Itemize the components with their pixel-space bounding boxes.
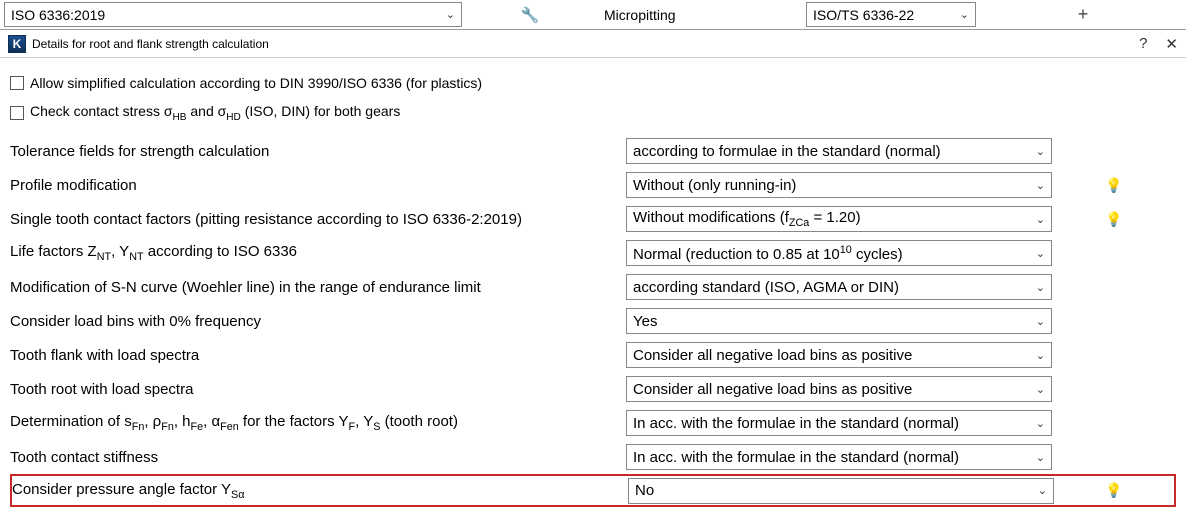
select-loadbins[interactable]: Yes ⌄	[626, 308, 1052, 334]
label-sncurve: Modification of S-N curve (Woehler line)…	[10, 279, 626, 296]
value-sncurve: according standard (ISO, AGMA or DIN)	[633, 279, 899, 296]
chevron-down-icon: ⌄	[1036, 213, 1045, 226]
select-single-tooth[interactable]: Without modifications (fZCa = 1.20) ⌄	[626, 206, 1052, 232]
row-profile: Profile modification Without (only runni…	[10, 168, 1176, 202]
chevron-down-icon: ⌄	[1036, 417, 1045, 430]
row-tolerance: Tolerance fields for strength calculatio…	[10, 134, 1176, 168]
chevron-down-icon: ⌄	[1036, 179, 1045, 192]
label-determination: Determination of sFn, ρFn, hFe, αFen for…	[10, 413, 626, 433]
chevron-down-icon: ⌄	[446, 8, 455, 21]
select-flank-spectra[interactable]: Consider all negative load bins as posit…	[626, 342, 1052, 368]
label-root-spectra: Tooth root with load spectra	[10, 381, 626, 398]
add-button[interactable]: +	[984, 4, 1182, 25]
chevron-down-icon: ⌄	[1036, 383, 1045, 396]
value-determination: In acc. with the formulae in the standar…	[633, 415, 959, 432]
chevron-down-icon: ⌄	[1036, 451, 1045, 464]
dialog-title: Details for root and flank strength calc…	[32, 37, 1133, 51]
select-pressure-angle[interactable]: No ⌄	[628, 478, 1054, 504]
calculation-standard-value: ISO 6336:2019	[11, 7, 105, 23]
label-profile: Profile modification	[10, 177, 626, 194]
app-icon: K	[8, 35, 26, 53]
micropitting-label: Micropitting	[598, 7, 798, 23]
value-tolerance: according to formulae in the standard (n…	[633, 143, 941, 160]
calculation-standard-select[interactable]: ISO 6336:2019 ⌄	[4, 2, 462, 27]
value-pressure-angle: No	[635, 482, 654, 499]
label-life-factors: Life factors ZNT, YNT according to ISO 6…	[10, 243, 626, 263]
row-pressure-angle: Consider pressure angle factor YSα No ⌄ …	[10, 474, 1176, 507]
label-allow-simplified: Allow simplified calculation according t…	[30, 75, 482, 91]
select-life-factors[interactable]: Normal (reduction to 0.85 at 1010 cycles…	[626, 240, 1052, 266]
select-stiffness[interactable]: In acc. with the formulae in the standar…	[626, 444, 1052, 470]
checkbox-check-contact[interactable]	[10, 106, 24, 120]
select-determination[interactable]: In acc. with the formulae in the standar…	[626, 410, 1052, 436]
row-determination: Determination of sFn, ρFn, hFe, αFen for…	[10, 406, 1176, 440]
hint-icon[interactable]: 💡	[1105, 482, 1122, 499]
select-profile[interactable]: Without (only running-in) ⌄	[626, 172, 1052, 198]
close-button[interactable]: ✕	[1165, 35, 1178, 53]
row-stiffness: Tooth contact stiffness In acc. with the…	[10, 440, 1176, 474]
chevron-down-icon: ⌄	[1038, 484, 1047, 497]
row-sncurve: Modification of S-N curve (Woehler line)…	[10, 270, 1176, 304]
row-single-tooth: Single tooth contact factors (pitting re…	[10, 202, 1176, 236]
wrench-icon[interactable]: 🔧	[470, 6, 590, 24]
label-stiffness: Tooth contact stiffness	[10, 449, 626, 466]
row-life-factors: Life factors ZNT, YNT according to ISO 6…	[10, 236, 1176, 270]
label-loadbins: Consider load bins with 0% frequency	[10, 313, 626, 330]
row-allow-simplified: Allow simplified calculation according t…	[10, 68, 1176, 98]
select-tolerance[interactable]: according to formulae in the standard (n…	[626, 138, 1052, 164]
label-flank-spectra: Tooth flank with load spectra	[10, 347, 626, 364]
value-root-spectra: Consider all negative load bins as posit…	[633, 381, 912, 398]
chevron-down-icon: ⌄	[1036, 315, 1045, 328]
row-loadbins: Consider load bins with 0% frequency Yes…	[10, 304, 1176, 338]
chevron-down-icon: ⌄	[960, 8, 969, 21]
value-flank-spectra: Consider all negative load bins as posit…	[633, 347, 912, 364]
hint-icon[interactable]: 💡	[1105, 177, 1122, 194]
row-flank-spectra: Tooth flank with load spectra Consider a…	[10, 338, 1176, 372]
value-single-tooth: Without modifications (fZCa = 1.20)	[633, 209, 861, 229]
value-profile: Without (only running-in)	[633, 177, 796, 194]
label-single-tooth: Single tooth contact factors (pitting re…	[10, 211, 626, 228]
help-button[interactable]: ?	[1139, 35, 1147, 52]
select-sncurve[interactable]: according standard (ISO, AGMA or DIN) ⌄	[626, 274, 1052, 300]
label-pressure-angle: Consider pressure angle factor YSα	[10, 481, 628, 501]
dialog-header: K Details for root and flank strength ca…	[0, 30, 1186, 58]
label-check-contact: Check contact stress σHB and σHD (ISO, D…	[30, 103, 400, 123]
chevron-down-icon: ⌄	[1036, 145, 1045, 158]
label-tolerance: Tolerance fields for strength calculatio…	[10, 143, 626, 160]
select-root-spectra[interactable]: Consider all negative load bins as posit…	[626, 376, 1052, 402]
checkbox-allow-simplified[interactable]	[10, 76, 24, 90]
row-check-contact: Check contact stress σHB and σHD (ISO, D…	[10, 98, 1176, 128]
dialog-body: Allow simplified calculation according t…	[0, 58, 1186, 513]
row-root-spectra: Tooth root with load spectra Consider al…	[10, 372, 1176, 406]
value-loadbins: Yes	[633, 313, 657, 330]
chevron-down-icon: ⌄	[1036, 247, 1045, 260]
value-stiffness: In acc. with the formulae in the standar…	[633, 449, 959, 466]
chevron-down-icon: ⌄	[1036, 349, 1045, 362]
top-toolbar: ISO 6336:2019 ⌄ 🔧 Micropitting ISO/TS 63…	[0, 0, 1186, 30]
micropitting-standard-select[interactable]: ISO/TS 6336-22 ⌄	[806, 2, 976, 27]
value-life-factors: Normal (reduction to 0.85 at 1010 cycles…	[633, 244, 903, 263]
hint-icon[interactable]: 💡	[1105, 211, 1122, 228]
chevron-down-icon: ⌄	[1036, 281, 1045, 294]
micropitting-standard-value: ISO/TS 6336-22	[813, 7, 914, 23]
